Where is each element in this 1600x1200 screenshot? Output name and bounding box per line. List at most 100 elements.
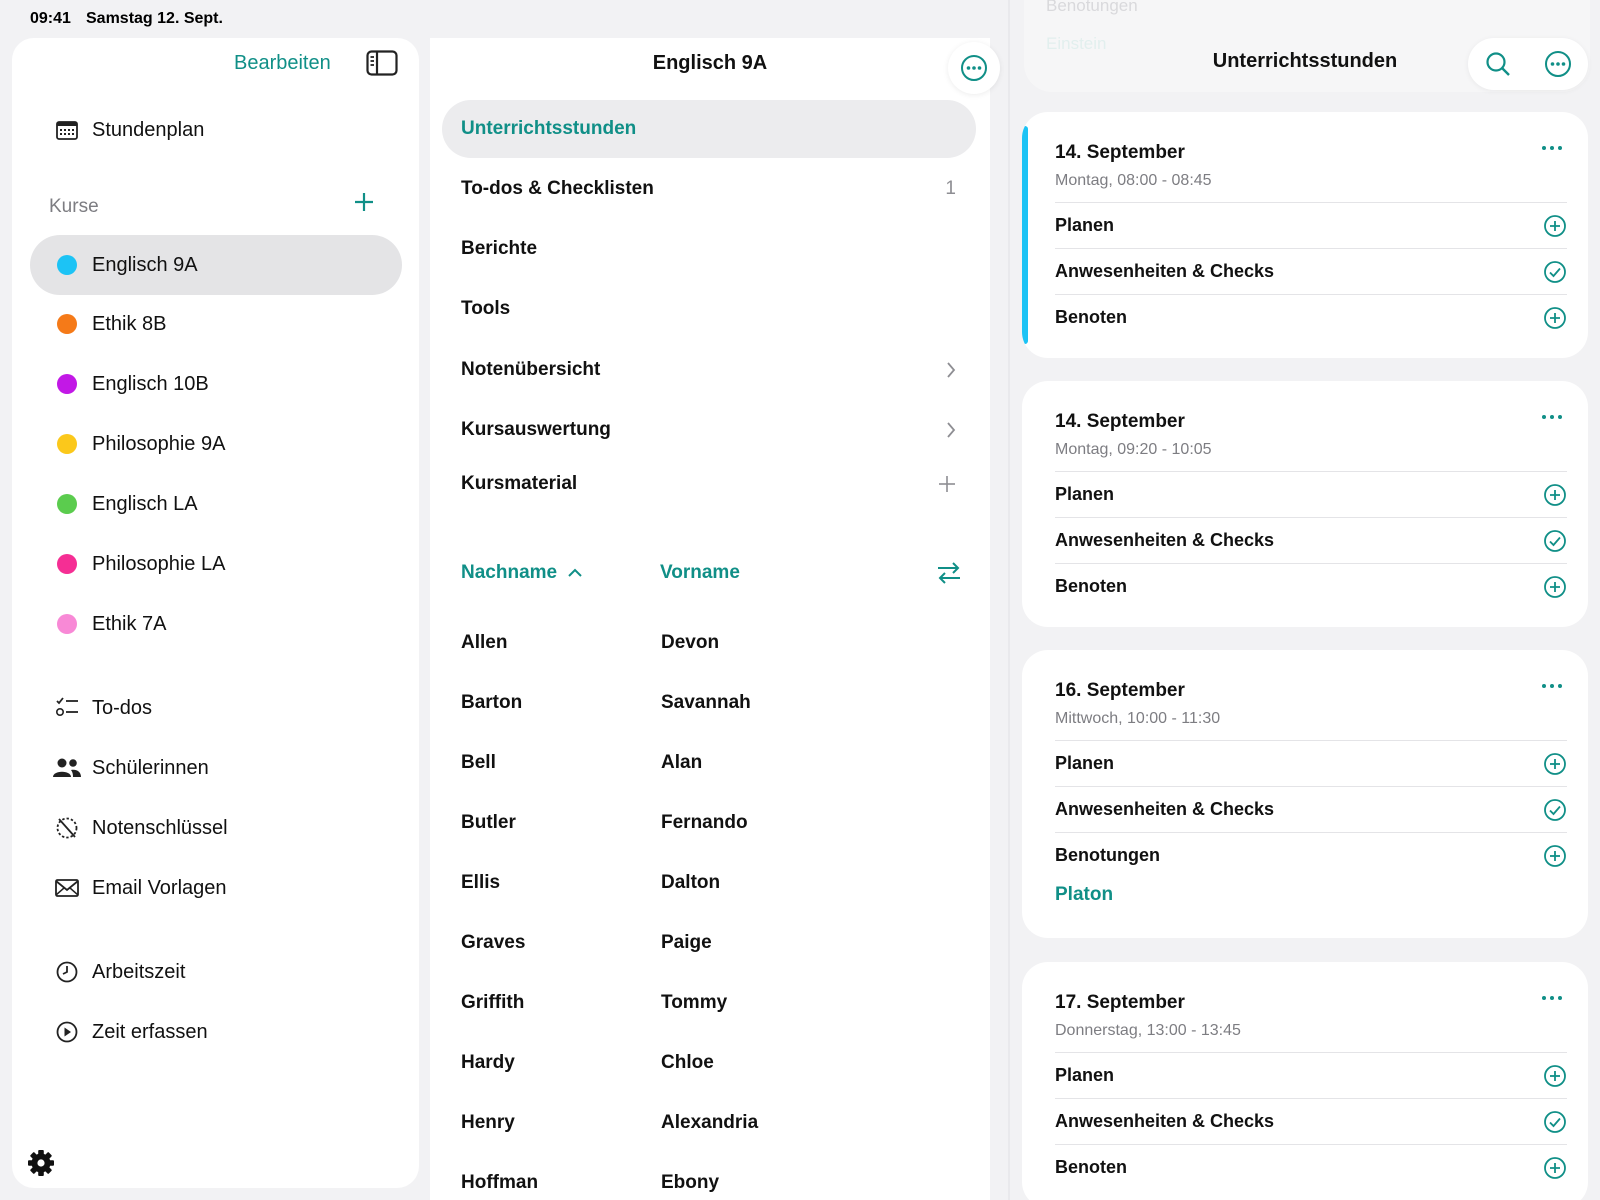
student-row[interactable]: Graves Paige [461,932,961,972]
search-icon[interactable] [1485,51,1511,77]
student-row[interactable]: Ellis Dalton [461,872,961,912]
chevron-right-icon [947,422,956,438]
ellipsis-circle-icon[interactable] [1544,50,1572,78]
more-dots-icon[interactable] [1540,411,1564,423]
menu-notenuebersicht[interactable]: Notenübersicht [442,341,976,399]
lesson-time: Donnerstag, 13:00 - 13:45 [1055,1022,1241,1039]
plus-circle-icon[interactable] [1543,1064,1567,1088]
lesson-action-anwesenheiten[interactable]: Anwesenheiten & Checks [1055,786,1567,832]
lesson-action-benoten[interactable]: Benoten [1055,1144,1567,1190]
plus-circle-icon[interactable] [1543,214,1567,238]
student-row[interactable]: Hoffman Ebony [461,1172,961,1200]
edit-button[interactable]: Bearbeiten [234,52,331,75]
lesson-action-benoten[interactable]: Benoten [1055,563,1567,609]
sort-lastname-header[interactable]: Nachname [461,562,583,584]
lesson-card[interactable]: 14. September Montag, 08:00 - 08:45 Plan… [1022,112,1588,358]
lesson-action-anwesenheiten[interactable]: Anwesenheiten & Checks [1055,248,1567,294]
lessons-panel: Benotungen Einstein Unterrichtsstunden 1… [1010,0,1600,1200]
sidebar-course-philosophie-9a[interactable]: Philosophie 9A [30,414,402,474]
more-dots-icon[interactable] [1540,142,1564,154]
course-label: Ethik 7A [92,612,167,635]
lesson-action-anwesenheiten[interactable]: Anwesenheiten & Checks [1055,517,1567,563]
menu-unterrichtsstunden[interactable]: Unterrichtsstunden [442,100,976,158]
plus-circle-icon[interactable] [1543,575,1567,599]
sidebar-item-notenschluessel[interactable]: Notenschlüssel [30,798,402,858]
menu-kursmaterial[interactable]: Kursmaterial [442,455,976,513]
lesson-action-anwesenheiten[interactable]: Anwesenheiten & Checks [1055,1098,1567,1144]
menu-kursauswertung[interactable]: Kursauswertung [442,401,976,459]
student-lastname: Bell [461,752,496,773]
sidebar-toggle-icon[interactable] [366,50,398,76]
sidebar-item-email-vorlagen[interactable]: Email Vorlagen [30,858,402,918]
course-more-button[interactable] [948,42,1000,94]
menu-todos-checklisten[interactable]: To-dos & Checklisten 1 [442,160,976,218]
student-row[interactable]: Barton Savannah [461,692,961,732]
sidebar-item-todos[interactable]: To-dos [30,678,402,738]
student-lastname: Hoffman [461,1172,539,1193]
more-dots-icon[interactable] [1540,680,1564,692]
lesson-action-planen[interactable]: Planen [1055,1052,1567,1098]
sidebar-course-ethik-8b[interactable]: Ethik 8B [30,294,402,354]
lesson-date: 17. September [1055,992,1185,1013]
menu-label: Unterrichtsstunden [461,118,637,139]
lesson-action-benotungen[interactable]: Benotungen [1055,832,1567,878]
courses-section-header: Kurse [49,196,99,217]
lesson-action-label: Benotungen [1055,845,1160,865]
swap-columns-icon[interactable] [934,558,964,588]
student-row[interactable]: Allen Devon [461,632,961,672]
check-circle-icon[interactable] [1543,260,1567,284]
lesson-action-label: Planen [1055,484,1115,504]
menu-berichte[interactable]: Berichte [442,220,976,278]
sidebar-item-label: Schülerinnen [92,756,209,779]
lesson-action-planen[interactable]: Planen [1055,202,1567,248]
sidebar-course-englisch-9a[interactable]: Englisch 9A [30,235,402,295]
lesson-action-label: Benoten [1055,576,1127,596]
student-firstname: Devon [661,632,720,653]
lesson-action-benoten[interactable]: Benoten [1055,294,1567,340]
sidebar-course-ethik-7a[interactable]: Ethik 7A [30,594,402,654]
more-dots-icon[interactable] [1540,992,1564,1004]
sidebar-item-stundenplan[interactable]: Stundenplan [30,100,402,160]
sidebar-item-schuelerinnen[interactable]: Schülerinnen [30,738,402,798]
calendar-icon [52,120,82,140]
plus-circle-icon[interactable] [1543,752,1567,776]
student-row[interactable]: Hardy Chloe [461,1052,961,1092]
lesson-action-planen[interactable]: Planen [1055,471,1567,517]
plus-circle-icon[interactable] [1543,483,1567,507]
check-circle-icon[interactable] [1543,529,1567,553]
sidebar-course-philosophie-la[interactable]: Philosophie LA [30,534,402,594]
student-row[interactable]: Bell Alan [461,752,961,792]
column-label-firstname: Vorname [660,562,740,583]
gear-icon[interactable] [26,1148,56,1178]
plus-circle-icon[interactable] [1543,844,1567,868]
student-row[interactable]: Butler Fernando [461,812,961,852]
sort-firstname-header[interactable]: Vorname [660,562,740,584]
check-circle-icon[interactable] [1543,798,1567,822]
menu-tools[interactable]: Tools [442,280,976,338]
menu-label: Notenübersicht [461,359,601,380]
lesson-card[interactable]: 16. September Mittwoch, 10:00 - 11:30 Pl… [1022,650,1588,938]
lesson-time: Montag, 09:20 - 10:05 [1055,441,1212,458]
student-row[interactable]: Griffith Tommy [461,992,961,1032]
check-circle-icon[interactable] [1543,1110,1567,1134]
lesson-action-label: Anwesenheiten & Checks [1055,799,1275,819]
student-lastname: Barton [461,692,523,713]
lesson-date: 14. September [1055,142,1185,163]
sidebar-item-label: Zeit erfassen [92,1020,208,1043]
lesson-card[interactable]: 17. September Donnerstag, 13:00 - 13:45 … [1022,962,1588,1200]
sidebar-course-englisch-la[interactable]: Englisch LA [30,474,402,534]
sidebar-course-englisch-10b[interactable]: Englisch 10B [30,354,402,414]
add-course-icon[interactable] [352,190,376,214]
plus-circle-icon[interactable] [1543,1156,1567,1180]
sidebar-item-arbeitszeit[interactable]: Arbeitszeit [30,942,402,1002]
lesson-card[interactable]: 14. September Montag, 09:20 - 10:05 Plan… [1022,381,1588,627]
student-row[interactable]: Henry Alexandria [461,1112,961,1152]
student-lastname: Butler [461,812,516,833]
student-lastname: Graves [461,932,526,953]
sidebar-item-zeit-erfassen[interactable]: Zeit erfassen [30,1002,402,1062]
plus-circle-icon[interactable] [1543,306,1567,330]
student-firstname: Dalton [661,872,721,893]
grading-link[interactable]: Platon [1055,884,1113,906]
lesson-action-planen[interactable]: Planen [1055,740,1567,786]
plus-icon[interactable] [938,475,956,493]
